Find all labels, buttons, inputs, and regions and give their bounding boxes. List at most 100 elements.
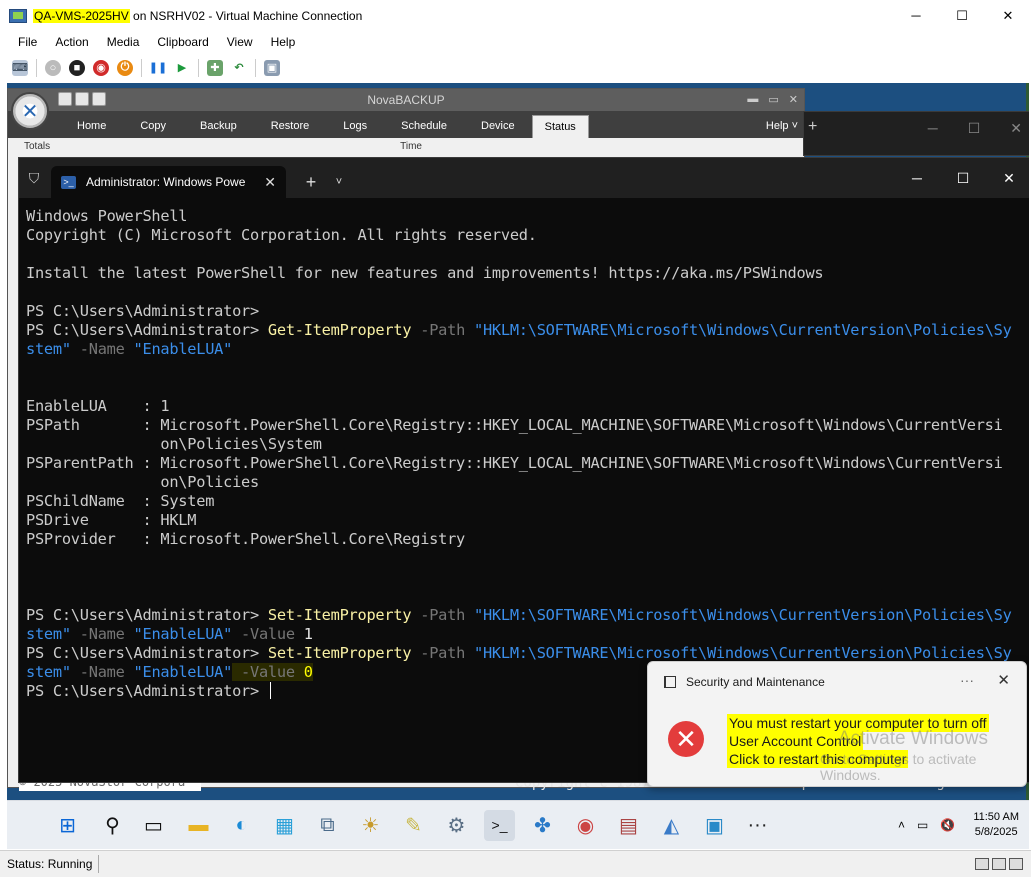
tab-close-icon[interactable]: ✕ <box>264 174 276 191</box>
vm-minimize-button[interactable]: ─ <box>893 0 939 31</box>
background-window-controls: ─ ☐ ✕ <box>928 120 1022 137</box>
string-text: "EnableLUA" <box>133 663 233 681</box>
terminal-window-controls: ─ ☐ ✕ <box>894 158 1029 198</box>
vm-titlebar: QA-VMS-2025HV on NSRHV02 - Virtual Machi… <box>0 0 1031 31</box>
monitor-app-icon[interactable]: ◭ <box>656 810 687 841</box>
background-terminal-window[interactable]: + ─ ☐ ✕ <box>803 111 1029 156</box>
nova-tab-home[interactable]: Home <box>60 120 123 138</box>
save-icon[interactable] <box>92 92 106 106</box>
nova-tab-status[interactable]: Status <box>531 115 589 138</box>
toast-more-button[interactable]: ··· <box>960 672 974 688</box>
terminal-line: EnableLUA : 1 <box>26 397 170 415</box>
terminal-maximize-button[interactable]: ☐ <box>940 158 986 198</box>
server-manager-icon[interactable]: ▦ <box>269 810 300 841</box>
value-text-highlighted: 0 <box>303 663 313 681</box>
menu-view[interactable]: View <box>218 35 262 49</box>
more-apps-icon[interactable]: ··· <box>742 810 773 841</box>
menu-clipboard[interactable]: Clipboard <box>148 35 217 49</box>
background-maximize-button[interactable]: ☐ <box>968 120 981 137</box>
terminal-line: PSDrive : HKLM <box>26 511 197 529</box>
novabackup-close-button[interactable]: ✕ <box>789 93 798 106</box>
registry-icon[interactable]: ▤ <box>613 810 644 841</box>
terminal-line: Copyright (C) Microsoft Corporation. All… <box>26 226 537 244</box>
ctrl-alt-del-icon[interactable]: ⌨ <box>12 59 28 76</box>
menu-media[interactable]: Media <box>98 35 149 49</box>
shutdown-icon[interactable]: ◉ <box>93 59 109 76</box>
task-view-icon[interactable]: ▭ <box>138 810 169 841</box>
nova-tab-device[interactable]: Device <box>464 120 532 138</box>
toast-message[interactable]: You must restart your computer to turn o… <box>727 714 989 768</box>
start-icon[interactable]: ○ <box>45 59 61 76</box>
notepad-icon[interactable]: ✎ <box>398 810 429 841</box>
background-close-button[interactable]: ✕ <box>1010 120 1022 137</box>
terminal-output[interactable]: Windows PowerShell Copyright (C) Microsof… <box>19 198 1029 701</box>
terminal-close-button[interactable]: ✕ <box>986 158 1029 198</box>
nova-help-menu[interactable]: Help ˅ <box>749 120 804 138</box>
nova-tab-copy[interactable]: Copy <box>123 120 183 138</box>
background-newtab-icon[interactable]: + <box>808 118 817 136</box>
vm-statusbar: Status: Running <box>0 850 1031 877</box>
open-folder-icon[interactable] <box>75 92 89 106</box>
puzzle-app-icon[interactable]: ✤ <box>527 810 558 841</box>
nova-tab-logs[interactable]: Logs <box>326 120 384 138</box>
terminal-tab[interactable]: >_ Administrator: Windows Powe ✕ <box>51 166 286 198</box>
nova-tab-backup[interactable]: Backup <box>183 120 254 138</box>
search-icon[interactable]: ⚲ <box>97 810 128 841</box>
tray-volume-icon[interactable]: 🔇 <box>940 818 955 832</box>
background-minimize-button[interactable]: ─ <box>928 120 938 137</box>
power-icon[interactable]: ⏻ <box>117 59 133 76</box>
settings-gear-icon[interactable]: ⚙ <box>441 810 472 841</box>
tab-dropdown-button[interactable]: ˅ <box>328 166 350 198</box>
start-button-icon[interactable]: ⊞ <box>52 810 83 841</box>
prompt-text: PS C:\Users\Administrator> <box>26 321 268 339</box>
pause-icon[interactable]: ❚❚ <box>149 60 167 76</box>
param-text-highlighted: -Value <box>232 663 304 681</box>
menu-help[interactable]: Help <box>262 35 305 49</box>
guest-taskbar: ⊞ ⚲ ▭ ▬ ◐ ▦ ⧉ ☀ ✎ ⚙ >_ ✤ ◉ ▤ ◭ ▣ ··· ˄ ▭… <box>7 800 1029 849</box>
novabackup-logo-icon[interactable]: ✕ <box>11 92 49 130</box>
terminal-line: PSParentPath : Microsoft.PowerShell.Core… <box>26 454 1003 472</box>
toolbar-separator <box>141 58 142 77</box>
menu-action[interactable]: Action <box>46 35 97 49</box>
turn-off-icon[interactable]: ■ <box>69 59 85 76</box>
troubleshoot-icon[interactable]: ☀ <box>355 810 386 841</box>
network-icon[interactable]: ⧉ <box>312 810 343 841</box>
vm-menubar: File Action Media Clipboard View Help <box>0 31 1031 53</box>
menu-file[interactable]: File <box>0 35 46 49</box>
novabackup-minimize-button[interactable]: ▬ <box>747 93 758 106</box>
file-explorer-icon[interactable]: ▬ <box>183 810 214 841</box>
revert-icon[interactable]: ↶ <box>231 60 247 76</box>
nova-tab-schedule[interactable]: Schedule <box>384 120 464 138</box>
novabackup-body: Totals Time <box>8 138 438 155</box>
new-tab-button[interactable]: + <box>294 166 328 198</box>
novabackup-taskbar-icon[interactable]: ◉ <box>570 810 601 841</box>
toast-line-3: Click to restart this computer <box>727 750 909 768</box>
keyboard-icon <box>975 858 989 870</box>
new-doc-icon[interactable] <box>58 92 72 106</box>
edge-browser-icon[interactable]: ◐ <box>226 810 257 841</box>
terminal-line: PSChildName : System <box>26 492 215 510</box>
taskbar-clock[interactable]: 11:50 AM 5/8/2025 <box>973 810 1019 840</box>
terminal-command-line: PS C:\Users\Administrator> Set-ItemPrope… <box>26 606 1029 625</box>
resume-icon[interactable]: ▶ <box>174 60 190 76</box>
toast-close-button[interactable]: ✕ <box>997 671 1010 689</box>
value-text: 1 <box>303 625 313 643</box>
enhanced-session-icon[interactable]: ▣ <box>264 59 280 76</box>
string-text: stem" <box>26 663 71 681</box>
vm-maximize-button[interactable]: ☐ <box>939 0 985 31</box>
nova-tab-restore[interactable]: Restore <box>254 120 327 138</box>
terminal-taskbar-icon[interactable]: >_ <box>484 809 515 841</box>
param-text: -Name <box>70 663 134 681</box>
terminal-minimize-button[interactable]: ─ <box>894 158 940 198</box>
novabackup-maximize-button[interactable]: ▭ <box>768 93 778 106</box>
uac-restart-toast[interactable]: Security and Maintenance ··· ✕ ✕ You mus… <box>647 661 1027 787</box>
vm-close-button[interactable]: ✕ <box>985 0 1031 31</box>
remote-app-icon[interactable]: ▣ <box>699 810 730 841</box>
string-text: stem" <box>26 625 71 643</box>
tray-overflow-icon[interactable]: ˄ <box>898 818 905 832</box>
checkpoint-icon[interactable]: ✚ <box>207 59 223 76</box>
tray-device-icon[interactable]: ▭ <box>917 818 928 832</box>
